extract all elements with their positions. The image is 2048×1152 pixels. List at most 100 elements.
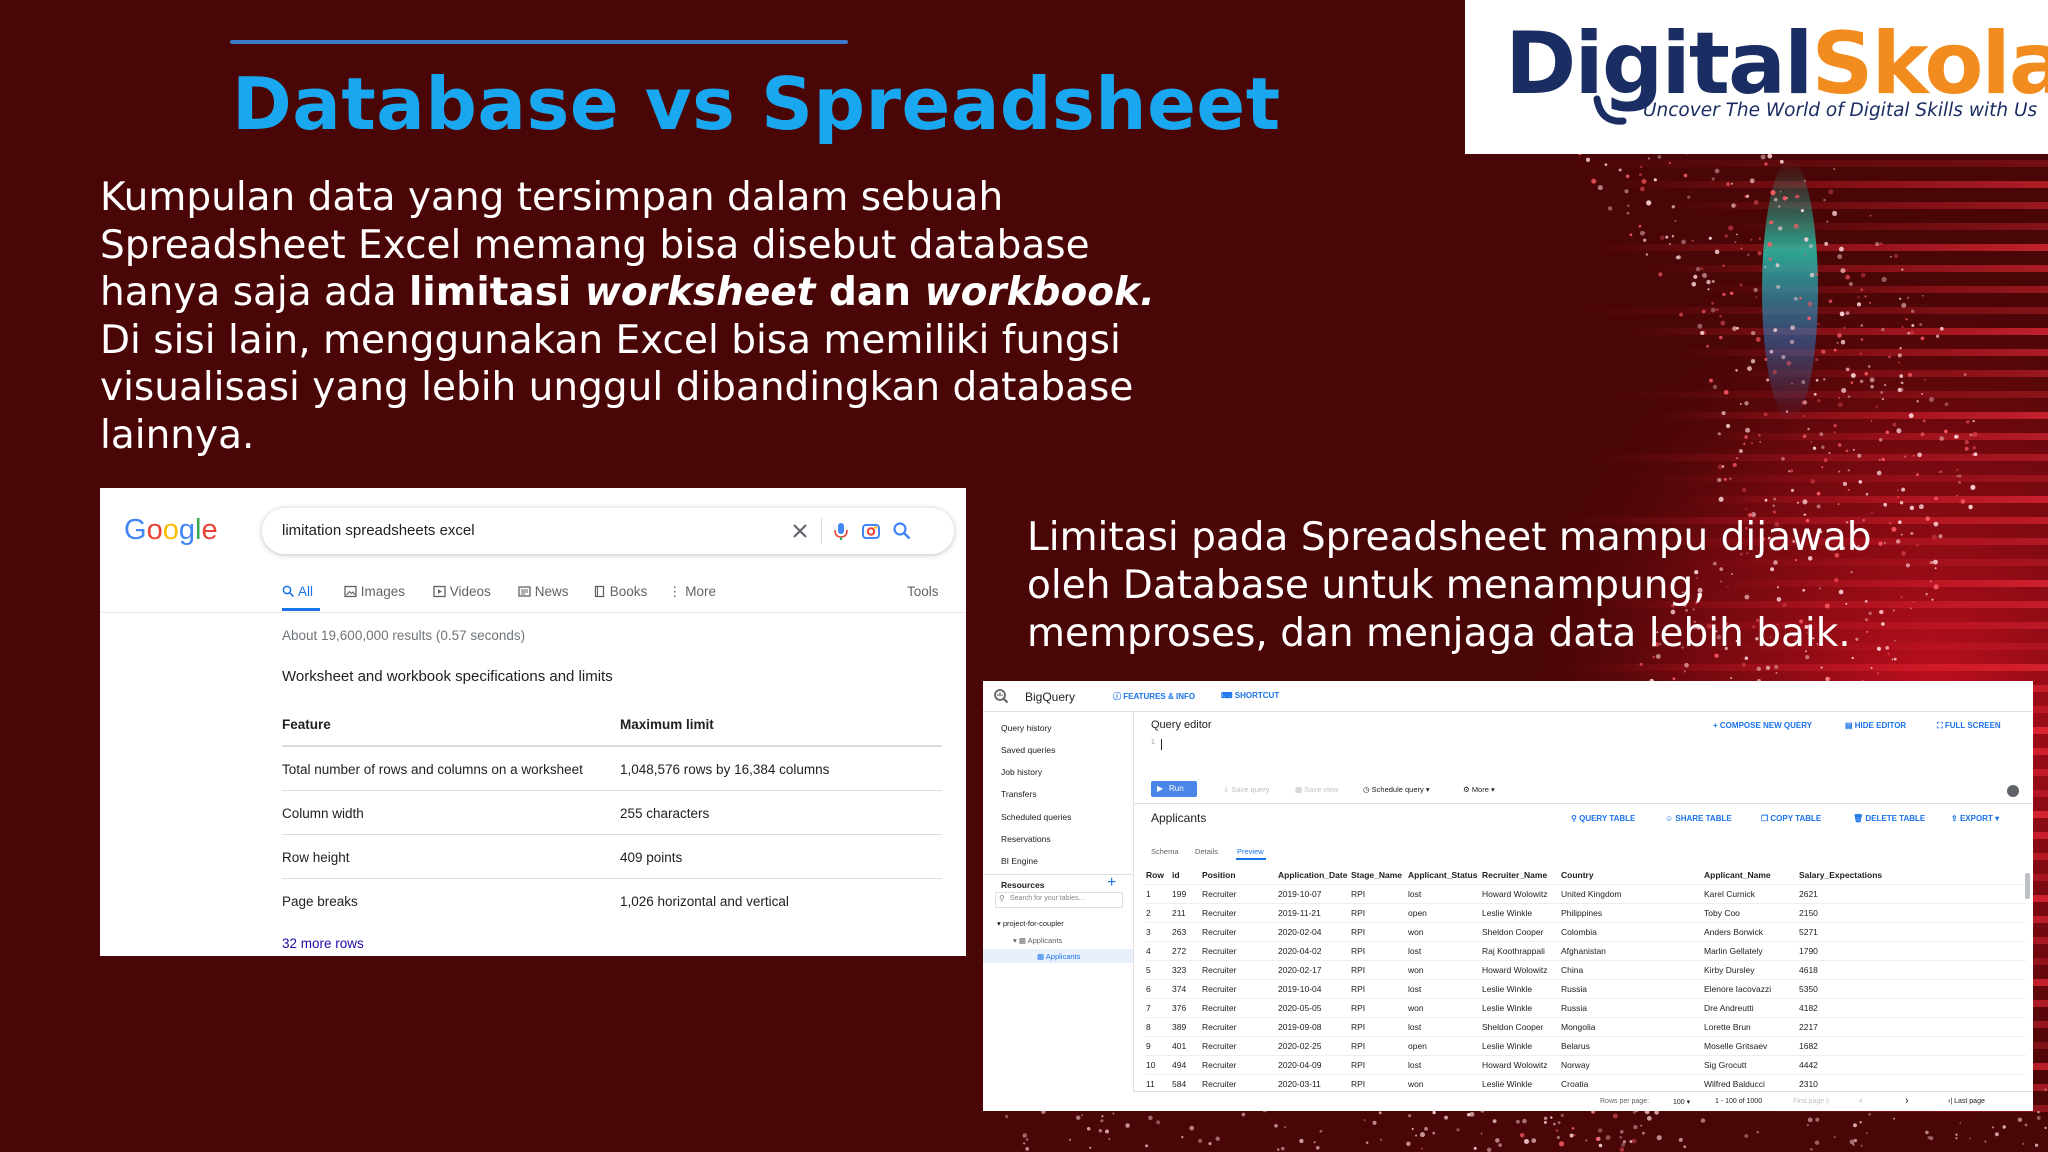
google-search-box[interactable]: limitation spreadsheets excel [262, 508, 954, 554]
table-row: 3 263 Recruiter 2020-02-04 RPI won Sheldon Coo… [1146, 922, 2026, 942]
more-button[interactable]: ⚙ More ▾ [1463, 785, 1495, 794]
intro-bold-dan: dan [815, 270, 925, 315]
cell-applicant-name: Karel Curnick [1704, 889, 1756, 899]
cell-salary-expectations: 5271 [1799, 927, 1818, 937]
cell-applicant-status: won [1408, 965, 1424, 975]
cell-country: United Kingdom [1561, 889, 1622, 899]
microphone-icon[interactable] [830, 520, 852, 542]
run-button[interactable]: ▶ Run [1151, 781, 1197, 797]
sidebar-item-job-history[interactable]: Job history [1001, 767, 1042, 777]
table-row: 10 494 Recruiter 2020-04-09 RPI lost Howard Wo… [1146, 1055, 2026, 1075]
subtab-schema[interactable]: Schema [1151, 847, 1179, 856]
slide-title: Database vs Spreadsheet [232, 62, 1281, 146]
more-rows-link[interactable]: 32 more rows [282, 936, 364, 951]
cell-id: 389 [1172, 1022, 1187, 1032]
delete-table-button[interactable]: 🗑 DELETE TABLE [1853, 814, 1925, 823]
cell-applicant-name: Lorette Brun [1704, 1022, 1751, 1032]
share-table-button[interactable]: ☺ SHARE TABLE [1665, 814, 1732, 823]
tree-dataset[interactable]: ▾ ▦ Applicants [1013, 936, 1062, 945]
subtab-details[interactable]: Details [1195, 847, 1218, 856]
cell-recruiter-name: Leslie Winkle [1482, 908, 1533, 918]
google-search-query[interactable]: limitation spreadsheets excel [282, 522, 475, 539]
hide-editor-button[interactable]: ▤ HIDE EDITOR [1845, 721, 1906, 730]
shortcut-link[interactable]: ⌨ SHORTCUT [1221, 691, 1279, 700]
preview-tab-indicator [1236, 858, 1266, 860]
sidebar-item-transfers[interactable]: Transfers [1001, 789, 1037, 799]
tab-videos[interactable]: Videos [433, 584, 491, 599]
bigquery-title: BigQuery [1025, 690, 1076, 704]
limitation-line-2: oleh Database untuk menampung, [1027, 563, 1706, 608]
features-info-link[interactable]: ⓘ FEATURES & INFO [1113, 691, 1195, 702]
editor-divider [1133, 803, 2033, 804]
tab-all-label: All [298, 584, 314, 599]
sidebar-item-bi-engine[interactable]: BI Engine [1001, 856, 1038, 866]
cell-applicant-status: open [1408, 1041, 1427, 1051]
table-row: 9 401 Recruiter 2020-02-25 RPI open Leslie Win… [1146, 1036, 2026, 1056]
cell-position: Recruiter [1202, 1079, 1237, 1089]
copy-table-button[interactable]: ❐ COPY TABLE [1761, 814, 1821, 823]
cell-row: 11 [1146, 1079, 1155, 1089]
sidebar-item-saved-queries[interactable]: Saved queries [1001, 745, 1055, 755]
export-button[interactable]: ⇪ EXPORT ▾ [1951, 814, 1999, 823]
limitation-line-1: Limitasi pada Spreadsheet mampu dijawab [1027, 515, 1872, 560]
limit-cell: 1,026 horizontal and vertical [620, 894, 789, 909]
cell-applicant-status: won [1408, 927, 1424, 937]
search-icon[interactable] [891, 520, 913, 542]
subtab-preview[interactable]: Preview [1237, 847, 1264, 856]
prev-page-icon[interactable]: ‹ [1859, 1095, 1863, 1107]
bigquery-topbar: BigQuery ⓘ FEATURES & INFO ⌨ SHORTCUT [983, 681, 2033, 712]
tab-news[interactable]: News [518, 584, 569, 599]
intro-line-1: Kumpulan data yang tersimpan dalam sebua… [100, 175, 1004, 220]
cell-stage-name: RPI [1351, 1041, 1366, 1051]
compose-new-query-button[interactable]: + COMPOSE NEW QUERY [1713, 721, 1812, 730]
cell-salary-expectations: 2217 [1799, 1022, 1818, 1032]
sidebar-item-scheduled-queries[interactable]: Scheduled queries [1001, 812, 1071, 822]
limitation-paragraph: Limitasi pada Spreadsheet mampu dijawab … [1027, 514, 2027, 658]
full-screen-button[interactable]: ⛶ FULL SCREEN [1937, 721, 2001, 731]
tree-table[interactable]: ▦ Applicants [1037, 952, 1080, 961]
cell-recruiter-name: Raj Koothrappali [1482, 946, 1545, 956]
tab-all[interactable]: All [282, 584, 313, 599]
tab-tools[interactable]: Tools [907, 584, 939, 599]
query-table-button[interactable]: ⚲ QUERY TABLE [1571, 814, 1635, 823]
cell-salary-expectations: 4618 [1799, 965, 1818, 975]
camera-lens-icon[interactable] [860, 520, 882, 542]
editor-cursor[interactable] [1161, 739, 1162, 750]
rows-per-page-select[interactable]: 100 ▾ [1673, 1098, 1690, 1106]
cell-applicant-name: Toby Coo [1704, 908, 1740, 918]
intro-line-3-prefix: hanya saja ada [100, 270, 410, 315]
cell-application-date: 2020-02-25 [1278, 1041, 1322, 1051]
cell-applicant-name: Marlin Gellately [1704, 946, 1763, 956]
feature-cell: Page breaks [282, 894, 358, 909]
tab-images[interactable]: Images [344, 584, 405, 599]
grid-scrollbar[interactable] [2025, 873, 2030, 899]
intro-bolditalic-workbook: workbook. [924, 270, 1155, 315]
first-page-button[interactable]: First page |‹ [1793, 1098, 1830, 1105]
col-applicant-name: Applicant_Name [1704, 870, 1771, 880]
sidebar-item-reservations[interactable]: Reservations [1001, 834, 1051, 844]
play-icon: ▶ [1157, 784, 1164, 793]
cell-row: 8 [1146, 1022, 1151, 1032]
tab-news-label: News [534, 584, 569, 599]
save-query-button[interactable]: ⇩ Save query [1223, 785, 1269, 794]
table-search-input[interactable]: ⚲ Search for your tables... [995, 892, 1123, 908]
header-feature: Feature [282, 717, 331, 732]
features-info-label: FEATURES & INFO [1123, 692, 1196, 701]
last-page-label: Last page [1954, 1098, 1985, 1105]
clear-icon[interactable] [789, 520, 811, 542]
feature-cell: Row height [282, 850, 350, 865]
last-page-button[interactable]: ›| Last page [1948, 1098, 1985, 1105]
save-view-button[interactable]: ▦ Save view [1295, 785, 1338, 794]
add-resource-icon[interactable]: + [1107, 874, 1116, 892]
featured-snippet-heading[interactable]: Worksheet and workbook specifications an… [282, 668, 613, 685]
tab-more[interactable]: ⋮ More [668, 584, 716, 600]
image-icon [344, 585, 357, 598]
cell-country: Colombia [1561, 927, 1597, 937]
limit-cell: 409 points [620, 850, 683, 865]
tab-books[interactable]: Books [593, 584, 647, 599]
sidebar-item-query-history[interactable]: Query history [1001, 723, 1052, 733]
schedule-query-button[interactable]: ◷ Schedule query ▾ [1363, 785, 1430, 794]
title-rule [230, 40, 848, 44]
next-page-icon[interactable]: › [1905, 1095, 1909, 1107]
tree-project[interactable]: ▾ project-for-coupler [997, 919, 1064, 928]
